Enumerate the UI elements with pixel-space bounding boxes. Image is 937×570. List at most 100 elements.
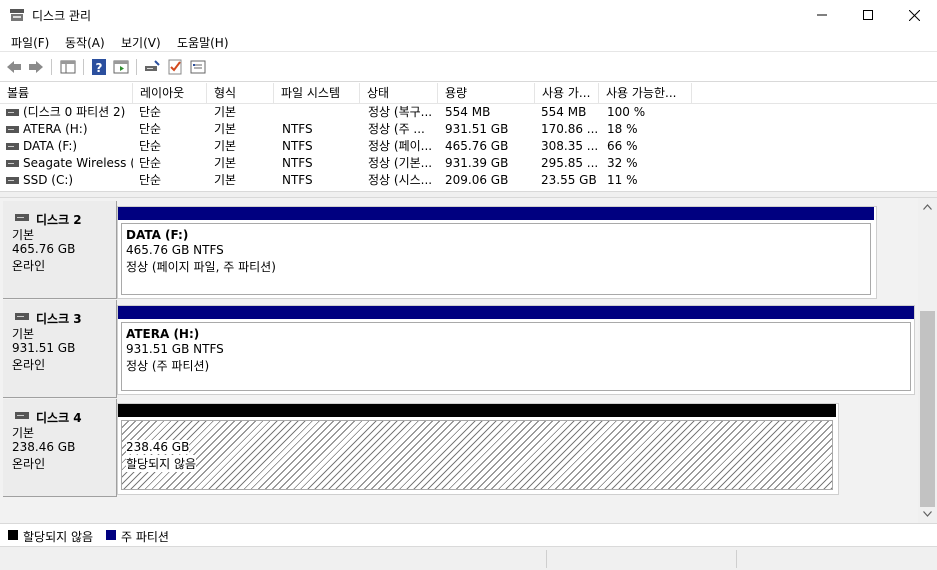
disk-type: 기본 [12, 426, 35, 440]
disk-info[interactable]: 디스크 3 기본 931.51 GB 온라인 [3, 300, 117, 398]
volume-row[interactable]: (디스크 0 파티션 2) 단순 기본 정상 (복구... 554 MB 554… [0, 104, 937, 121]
scroll-down-icon[interactable] [923, 511, 932, 517]
menu-bar: 파일(F) 동작(A) 보기(V) 도움말(H) [0, 30, 937, 52]
volume-percent-free: 32 % [607, 156, 638, 170]
volume-free-space: 554 MB [541, 105, 587, 119]
partition-unallocated[interactable]: 238.46 GB 할당되지 않음 [117, 403, 839, 495]
disk-row: 디스크 3 기본 931.51 GB 온라인 ATERA (H:) 931.51… [3, 300, 918, 398]
volume-row[interactable]: DATA (F:) 단순 기본 NTFS 정상 (페이... 465.76 GB… [0, 138, 937, 155]
partition-body: 238.46 GB 할당되지 않음 [121, 420, 833, 490]
partition-atera-h[interactable]: ATERA (H:) 931.51 GB NTFS 정상 (주 파티션) [117, 305, 915, 395]
volume-name: SSD (C:) [23, 173, 74, 187]
partition-bar [118, 207, 874, 220]
disk-name: 디스크 2 [36, 213, 82, 227]
menu-action[interactable]: 동작(A) [65, 34, 105, 51]
legend-swatch-primary [106, 530, 116, 540]
toolbar: ? [0, 53, 937, 82]
pane-splitter[interactable] [0, 191, 937, 198]
volume-name: (디스크 0 파티션 2) [23, 105, 126, 119]
scrollbar-thumb[interactable] [920, 311, 935, 507]
column-header-layout[interactable]: 레이아웃 [133, 83, 207, 104]
volume-list-header: 볼륨 레이아웃 형식 파일 시스템 상태 용량 사용 가... 사용 가능한..… [0, 83, 937, 104]
column-header-capacity[interactable]: 용량 [438, 83, 535, 104]
disk-type: 기본 [12, 228, 35, 242]
help-icon[interactable]: ? [90, 58, 108, 76]
volume-row[interactable]: ATERA (H:) 단순 기본 NTFS 정상 (주 ... 931.51 G… [0, 121, 937, 138]
volume-layout: 단순 [139, 156, 162, 170]
legend-label-primary: 주 파티션 [121, 530, 169, 544]
partition-status: 정상 (주 파티션) [126, 359, 210, 373]
partition-body: DATA (F:) 465.76 GB NTFS 정상 (페이지 파일, 주 파… [121, 223, 871, 295]
volume-capacity: 931.51 GB [445, 122, 509, 136]
disk-name: 디스크 4 [36, 411, 82, 425]
disk-graphical-view: 디스크 2 기본 465.76 GB 온라인 DATA (F:) 465.76 … [0, 198, 918, 523]
partition-size: 238.46 GB [126, 440, 190, 454]
minimize-button[interactable] [799, 0, 845, 30]
connect-disk-icon[interactable] [143, 58, 161, 76]
title-bar: 디스크 관리 [0, 0, 937, 30]
disk-size: 238.46 GB [12, 440, 76, 454]
volume-filesystem: NTFS [282, 156, 313, 170]
console-tree-icon[interactable] [59, 58, 77, 76]
volume-status: 정상 (주 ... [368, 122, 425, 136]
disk-management-icon [10, 9, 24, 21]
volume-type: 기본 [214, 122, 237, 136]
volume-type: 기본 [214, 173, 237, 187]
forward-arrow-icon[interactable] [27, 58, 45, 76]
window-title: 디스크 관리 [32, 9, 92, 23]
partition-size: 931.51 GB NTFS [126, 342, 224, 356]
volume-capacity: 465.76 GB [445, 139, 509, 153]
volume-layout: 단순 [139, 173, 162, 187]
volume-filesystem: NTFS [282, 139, 313, 153]
partition-name: DATA (F:) [126, 228, 189, 242]
partition-bar [118, 404, 836, 417]
legend-label-unallocated: 할당되지 않음 [23, 530, 94, 544]
column-header-status[interactable]: 상태 [360, 83, 438, 104]
column-header-free-space[interactable]: 사용 가... [535, 83, 599, 104]
disk-row: 디스크 2 기본 465.76 GB 온라인 DATA (F:) 465.76 … [3, 201, 918, 299]
menu-view[interactable]: 보기(V) [121, 34, 161, 51]
column-header-type[interactable]: 형식 [207, 83, 274, 104]
status-bar [0, 546, 937, 570]
partition-data-f[interactable]: DATA (F:) 465.76 GB NTFS 정상 (페이지 파일, 주 파… [117, 206, 877, 299]
disk-icon [15, 412, 29, 419]
column-header-filesystem[interactable]: 파일 시스템 [274, 83, 360, 104]
menu-help[interactable]: 도움말(H) [177, 34, 229, 51]
legend: 할당되지 않음 주 파티션 [0, 523, 937, 545]
partition-status: 정상 (페이지 파일, 주 파티션) [126, 260, 276, 274]
partition-size: 465.76 GB NTFS [126, 243, 224, 257]
scroll-up-icon[interactable] [923, 204, 932, 210]
volume-type: 기본 [214, 156, 237, 170]
close-button[interactable] [891, 0, 937, 30]
vertical-scrollbar[interactable] [918, 198, 937, 523]
partition-name: ATERA (H:) [126, 327, 200, 341]
volume-percent-free: 11 % [607, 173, 638, 187]
volume-name: DATA (F:) [23, 139, 78, 153]
column-header-percent-free[interactable]: 사용 가능한... [599, 83, 692, 104]
disk-status: 온라인 [12, 457, 46, 471]
disk-name: 디스크 3 [36, 312, 82, 326]
column-header-volume[interactable]: 볼륨 [0, 83, 133, 104]
disk-size: 931.51 GB [12, 341, 76, 355]
disk-volume-icon [6, 143, 19, 150]
menu-file[interactable]: 파일(F) [11, 34, 49, 51]
volume-capacity: 554 MB [445, 105, 491, 119]
status-divider [736, 550, 737, 568]
check-icon[interactable] [166, 58, 184, 76]
partition-status: 할당되지 않음 [126, 455, 197, 472]
properties-icon[interactable] [189, 58, 207, 76]
maximize-button[interactable] [845, 0, 891, 30]
volume-name: ATERA (H:) [23, 122, 88, 136]
volume-row[interactable]: Seagate Wireless (... 단순 기본 NTFS 정상 (기본.… [0, 155, 937, 172]
volume-filesystem: NTFS [282, 122, 313, 136]
disk-status: 온라인 [12, 358, 46, 372]
volume-row[interactable]: SSD (C:) 단순 기본 NTFS 정상 (시스... 209.06 GB … [0, 172, 937, 189]
volume-layout: 단순 [139, 122, 162, 136]
volume-capacity: 209.06 GB [445, 173, 509, 187]
back-arrow-icon[interactable] [5, 58, 23, 76]
disk-info[interactable]: 디스크 4 기본 238.46 GB 온라인 [3, 399, 117, 497]
action-pane-icon[interactable] [112, 58, 130, 76]
disk-info[interactable]: 디스크 2 기본 465.76 GB 온라인 [3, 201, 117, 299]
volume-status: 정상 (복구... [368, 105, 433, 119]
volume-type: 기본 [214, 105, 237, 119]
